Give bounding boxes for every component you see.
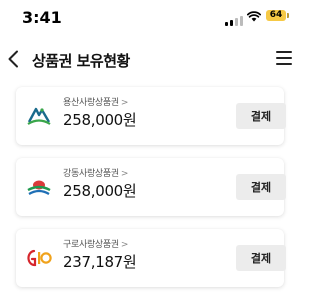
voucher-name[interactable]: 구로사랑상품권 > <box>63 237 128 250</box>
hamburger-menu-icon[interactable] <box>276 51 292 65</box>
pay-button[interactable]: 결제 <box>236 103 286 129</box>
chevron-right-icon: > <box>120 98 129 108</box>
status-bar: 3:41 64 <box>0 0 300 30</box>
battery-cap <box>287 13 289 18</box>
voucher-name[interactable]: 강동사랑상품권 > <box>63 166 128 179</box>
voucher-card[interactable]: 용산사랑상품권 > 258,000원 결제 <box>16 87 286 145</box>
voucher-amount: 258,000원 <box>63 111 137 129</box>
battery-icon: 64 <box>266 10 286 21</box>
gangdong-logo-icon <box>27 180 51 195</box>
pay-button[interactable]: 결제 <box>236 174 286 200</box>
voucher-amount: 258,000원 <box>63 182 137 200</box>
voucher-amount: 237,187원 <box>63 253 137 271</box>
yongsan-logo-icon <box>27 107 51 125</box>
wifi-icon <box>247 11 261 22</box>
chevron-right-icon: > <box>120 240 129 250</box>
voucher-name[interactable]: 용산사랑상품권 > <box>63 95 128 108</box>
voucher-card[interactable]: 강동사랑상품권 > 258,000원 결제 <box>16 158 286 216</box>
page-title: 상품권 보유현황 <box>32 52 130 70</box>
voucher-card[interactable]: 구로사랑상품권 > 237,187원 결제 <box>16 229 286 287</box>
guro-logo-icon <box>27 249 52 267</box>
status-time: 3:41 <box>22 8 62 27</box>
back-arrow-icon[interactable] <box>7 50 19 68</box>
chevron-right-icon: > <box>120 169 129 179</box>
cellular-signal-icon <box>225 16 243 26</box>
pay-button[interactable]: 결제 <box>236 245 286 271</box>
